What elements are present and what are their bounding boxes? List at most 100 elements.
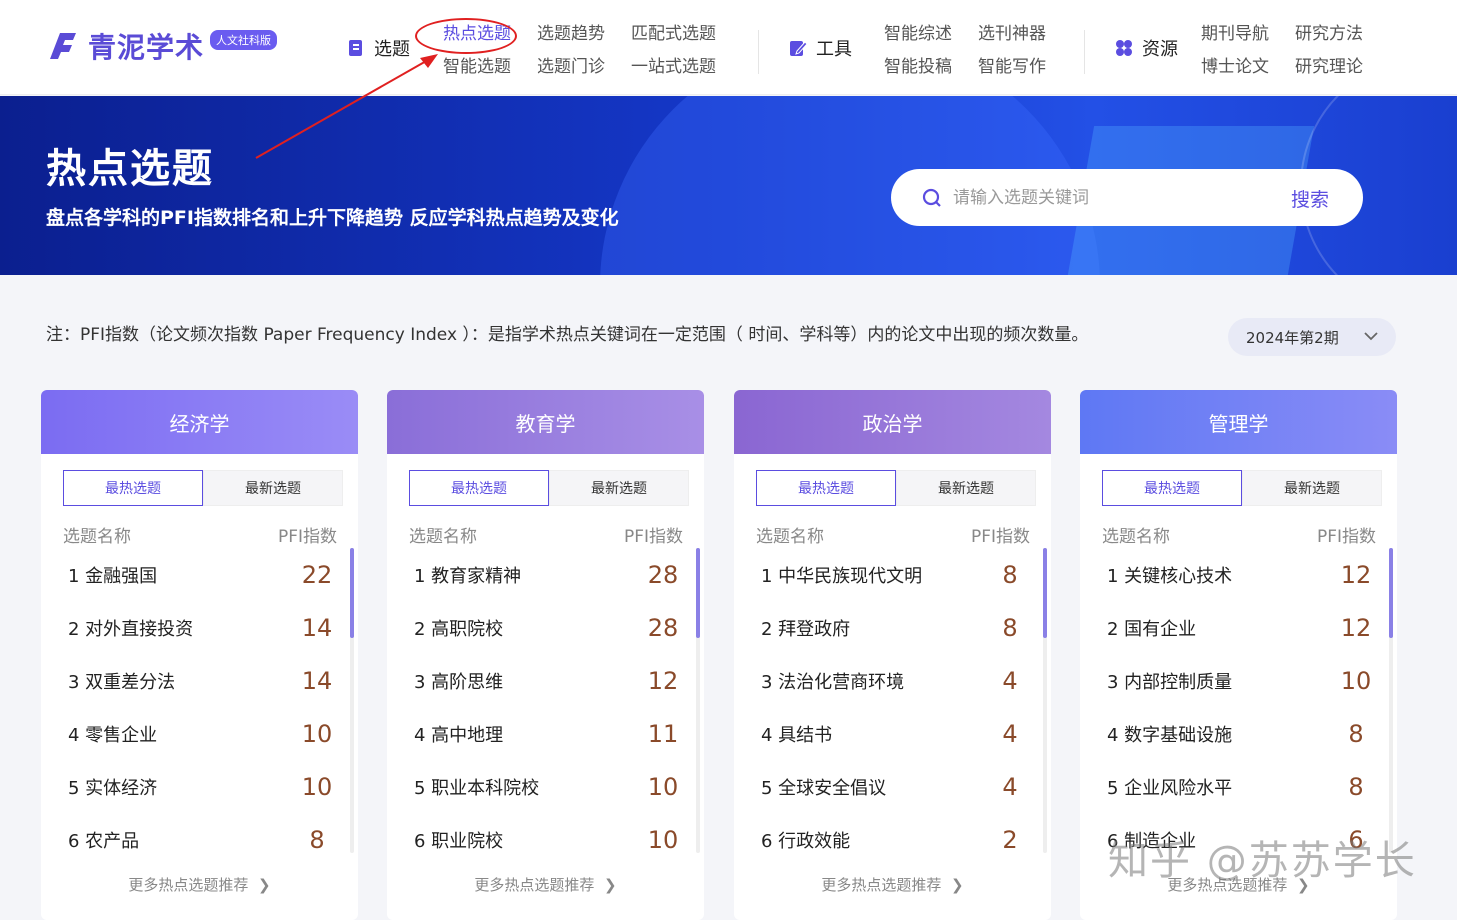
pfi-value: 14 <box>301 666 333 695</box>
topic-row[interactable]: 3 法治化营商环境 4 <box>756 654 1030 707</box>
nav-link-research-methods[interactable]: 研究方法 <box>1295 19 1363 44</box>
pfi-value: 10 <box>301 772 333 801</box>
topic-name: 5 企业风险水平 <box>1107 777 1233 799</box>
scrollbar-thumb[interactable] <box>1389 548 1393 638</box>
nav-link-one-stop-topics[interactable]: 一站式选题 <box>631 52 716 77</box>
topic-row[interactable]: 3 双重差分法 14 <box>63 654 337 707</box>
scrollbar[interactable] <box>350 548 354 853</box>
scrollbar-thumb[interactable] <box>1043 548 1047 638</box>
more-topics-link[interactable]: 更多热点选题推荐 ❯ <box>734 874 1051 895</box>
column-header: 选题名称 PFI指数 <box>409 522 683 547</box>
search-input[interactable] <box>953 187 1273 208</box>
more-topics-label: 更多热点选题推荐 <box>474 876 595 894</box>
more-topics-link[interactable]: 更多热点选题推荐 ❯ <box>387 874 704 895</box>
scrollbar[interactable] <box>696 548 700 853</box>
topic-name: 1 金融强国 <box>68 565 158 587</box>
scrollbar-thumb[interactable] <box>350 548 354 638</box>
card-title: 管理学 <box>1208 411 1269 436</box>
topic-row[interactable]: 4 数字基础设施 8 <box>1102 707 1376 760</box>
nav-link-smart-review[interactable]: 智能综述 <box>884 19 952 44</box>
topic-row[interactable]: 4 高中地理 11 <box>409 707 683 760</box>
card-header: 经济学 <box>41 390 358 454</box>
topic-row[interactable]: 5 职业本科院校 10 <box>409 760 683 813</box>
topic-row[interactable]: 5 全球安全倡议 4 <box>756 760 1030 813</box>
pfi-value: 4 <box>1002 666 1018 695</box>
column-topic-name: 选题名称 <box>63 527 131 547</box>
nav-category-tools[interactable]: 工具 <box>788 35 852 61</box>
top-header: 青泥学术 人文社科版 选题 热点选题 选题趋势 匹配式选题 智能选题 选题门诊 … <box>0 0 1457 95</box>
watermark: 知乎 @苏苏学长 <box>1108 838 1417 884</box>
pfi-value: 8 <box>309 825 325 854</box>
topic-row[interactable]: 1 中华民族现代文明 8 <box>756 548 1030 601</box>
pfi-value: 12 <box>1340 613 1372 642</box>
scrollbar[interactable] <box>1043 548 1047 853</box>
nav-link-smart-topics[interactable]: 智能选题 <box>443 52 511 77</box>
nav-link-journal-picker[interactable]: 选刊神器 <box>978 19 1046 44</box>
nav-link-smart-submission[interactable]: 智能投稿 <box>884 52 952 77</box>
topic-row[interactable]: 4 零售企业 10 <box>63 707 337 760</box>
topic-row[interactable]: 2 拜登政府 8 <box>756 601 1030 654</box>
scrollbar-thumb[interactable] <box>696 548 700 638</box>
topic-row[interactable]: 3 内部控制质量 10 <box>1102 654 1376 707</box>
pfi-value: 22 <box>301 560 333 589</box>
topic-row[interactable]: 1 关键核心技术 12 <box>1102 548 1376 601</box>
topic-name: 3 高阶思维 <box>414 671 504 693</box>
subject-card: 政治学 最热选题 最新选题 选题名称 PFI指数 1 中华民族现代文明 8 2 … <box>734 390 1051 920</box>
tab-hottest[interactable]: 最热选题 <box>63 470 203 506</box>
topic-row[interactable]: 2 对外直接投资 14 <box>63 601 337 654</box>
topic-row[interactable]: 2 国有企业 12 <box>1102 601 1376 654</box>
topic-name: 2 对外直接投资 <box>68 618 194 640</box>
tab-newest[interactable]: 最新选题 <box>203 470 343 506</box>
subject-card: 经济学 最热选题 最新选题 选题名称 PFI指数 1 金融强国 22 2 对外直… <box>41 390 358 920</box>
nav-link-topic-trends[interactable]: 选题趋势 <box>537 19 605 44</box>
topic-row[interactable]: 1 金融强国 22 <box>63 548 337 601</box>
pfi-value: 28 <box>647 560 679 589</box>
pfi-value: 12 <box>1340 560 1372 589</box>
topic-list: 1 教育家精神 28 2 高职院校 28 3 高阶思维 12 4 高中地理 11… <box>409 548 683 866</box>
pfi-value: 4 <box>1002 719 1018 748</box>
tab-hottest[interactable]: 最热选题 <box>1102 470 1242 506</box>
nav-link-smart-writing[interactable]: 智能写作 <box>978 52 1046 77</box>
card-header: 管理学 <box>1080 390 1397 454</box>
pfi-value: 12 <box>647 666 679 695</box>
topic-row[interactable]: 1 教育家精神 28 <box>409 548 683 601</box>
topic-row[interactable]: 6 职业院校 10 <box>409 813 683 866</box>
topic-row[interactable]: 3 高阶思维 12 <box>409 654 683 707</box>
tab-hottest[interactable]: 最热选题 <box>756 470 896 506</box>
column-header: 选题名称 PFI指数 <box>756 522 1030 547</box>
nav-category-topics[interactable]: 选题 <box>346 35 410 61</box>
topic-name: 5 实体经济 <box>68 777 158 799</box>
pfi-value: 14 <box>301 613 333 642</box>
topic-row[interactable]: 6 农产品 8 <box>63 813 337 866</box>
tab-hottest[interactable]: 最热选题 <box>409 470 549 506</box>
nav-link-journal-nav[interactable]: 期刊导航 <box>1201 19 1269 44</box>
topic-row[interactable]: 5 企业风险水平 8 <box>1102 760 1376 813</box>
search-button[interactable]: 搜索 <box>1291 185 1329 212</box>
topic-name: 2 高职院校 <box>414 618 504 640</box>
tab-newest[interactable]: 最新选题 <box>549 470 689 506</box>
nav-category-resources[interactable]: 资源 <box>1114 35 1178 61</box>
topic-row[interactable]: 4 具结书 4 <box>756 707 1030 760</box>
topic-name: 3 内部控制质量 <box>1107 671 1233 693</box>
tab-newest[interactable]: 最新选题 <box>896 470 1036 506</box>
pfi-value: 8 <box>1002 560 1018 589</box>
card-tabs: 最热选题 最新选题 <box>1102 470 1382 506</box>
topic-name: 3 双重差分法 <box>68 671 176 693</box>
topic-row[interactable]: 2 高职院校 28 <box>409 601 683 654</box>
nav-link-phd-theses[interactable]: 博士论文 <box>1201 52 1269 77</box>
pfi-value: 11 <box>647 719 679 748</box>
column-pfi: PFI指数 <box>277 527 337 547</box>
topic-name: 1 关键核心技术 <box>1107 565 1233 587</box>
nav-link-research-theory[interactable]: 研究理论 <box>1295 52 1363 77</box>
topic-row[interactable]: 5 实体经济 10 <box>63 760 337 813</box>
logo[interactable]: 青泥学术 人文社科版 <box>46 26 278 66</box>
nav-link-topic-clinic[interactable]: 选题门诊 <box>537 52 605 77</box>
card-tabs: 最热选题 最新选题 <box>409 470 689 506</box>
more-topics-link[interactable]: 更多热点选题推荐 ❯ <box>41 874 358 895</box>
scrollbar[interactable] <box>1389 548 1393 853</box>
period-select[interactable]: 2024年第2期 <box>1228 318 1396 356</box>
nav-link-matched-topics[interactable]: 匹配式选题 <box>631 19 716 44</box>
tab-newest[interactable]: 最新选题 <box>1242 470 1382 506</box>
topic-row[interactable]: 6 行政效能 2 <box>756 813 1030 866</box>
chevron-right-icon: ❯ <box>946 876 964 894</box>
